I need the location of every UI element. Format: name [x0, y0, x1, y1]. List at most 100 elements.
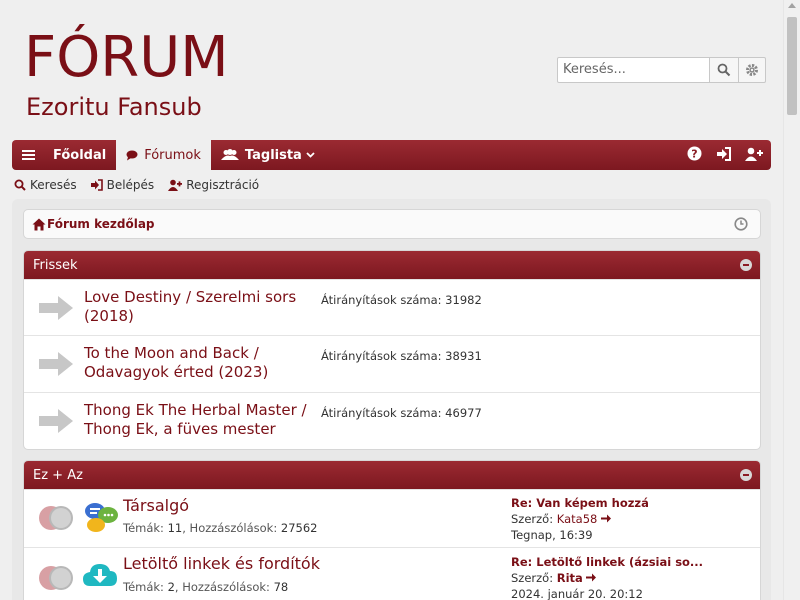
author-link[interactable]: Kata58 [557, 512, 598, 526]
forum-link[interactable]: Társalgó [123, 496, 189, 515]
users-icon [220, 149, 239, 161]
last-post-title-link[interactable]: Re: Letöltő linkek (ázsiai so... [511, 554, 703, 570]
login-link[interactable]: Belépés [90, 178, 155, 192]
main-content: Fórum kezdőlap Frissek Love Destiny / Sz… [12, 199, 771, 600]
search-input[interactable]: Keresés... [557, 57, 710, 83]
forum-stats: Témák: 2, Hozzászólások: 78 [123, 580, 289, 594]
read-forum-bubbles-icon [39, 566, 73, 590]
nav-forums-label: Fórumok [144, 147, 201, 163]
search-icon [14, 179, 26, 191]
forum-stats: Témák: 11, Hozzászólások: 27562 [123, 521, 318, 535]
forum-title-line2: Thong Ek, a füves mester [84, 420, 276, 438]
redirect-count: Átirányítások száma: 38931 [321, 349, 482, 363]
site-logo-title[interactable]: FÓRUM [24, 26, 229, 90]
author-label: Szerző: [511, 571, 554, 585]
collapse-icon[interactable] [740, 469, 752, 481]
forum-link[interactable]: Love Destiny / Szerelmi sors (2018) [84, 288, 296, 326]
search-button[interactable] [709, 57, 739, 83]
read-forum-bubbles-icon [39, 506, 73, 530]
forum-row: To the Moon and Back / Odavagyok érted (… [24, 335, 760, 392]
topics-label: Témák: [123, 580, 164, 594]
nav-members-label: Taglista [244, 147, 302, 163]
login-icon[interactable] [716, 146, 731, 164]
scrollbar-thumb[interactable] [787, 17, 797, 115]
forum-row: Letöltő linkek és fordítók Témák: 2, Hoz… [24, 547, 760, 600]
last-post-author: Szerző: Rita [511, 570, 703, 586]
category-title[interactable]: Ez + Az [33, 468, 83, 483]
forum-link[interactable]: Thong Ek The Herbal Master / Thong Ek, a… [84, 401, 307, 439]
forum-row: Love Destiny / Szerelmi sors (2018) Átir… [24, 279, 760, 335]
forum-title-line2: (2018) [84, 307, 134, 325]
redirect-arrow-icon [39, 296, 73, 320]
search-icon [717, 63, 731, 77]
page-scrollbar[interactable] [783, 0, 800, 600]
search-link[interactable]: Keresés [14, 178, 77, 192]
forum-title-line1: To the Moon and Back / [84, 344, 259, 362]
nav-forums[interactable]: Fórumok [116, 140, 211, 170]
category-ez-az: Ez + Az Társalgó Témák: 11, Hozzászóláso… [23, 460, 761, 600]
posts-count: 78 [273, 580, 289, 594]
cloud-download-icon [83, 564, 117, 586]
home-icon [32, 218, 46, 230]
arrow-right-icon[interactable] [586, 573, 597, 582]
chat-bubbles-icon [85, 503, 118, 532]
last-post-time: 2024. január 20. 20:12 [511, 587, 643, 600]
category-header: Ez + Az [24, 461, 760, 489]
redirect-arrow-icon [39, 352, 73, 376]
forum-link[interactable]: Letöltő linkek és fordítók [123, 554, 320, 573]
forum-title-line2: Odavagyok érted (2023) [84, 363, 269, 381]
last-post: Re: Letöltő linkek (ázsiai so... Szerző:… [511, 554, 703, 600]
last-post: Re: Van képem hozzá Szerző: Kata58 Tegna… [511, 495, 649, 543]
redirect-count: Átirányítások száma: 31982 [321, 293, 482, 307]
navbar-right-icons: ? [687, 146, 771, 164]
menu-toggle-button[interactable] [12, 140, 43, 170]
login-link-label: Belépés [106, 178, 155, 192]
arrow-right-icon[interactable] [600, 514, 611, 523]
register-link[interactable]: Regisztráció [168, 178, 259, 192]
speech-bubble-icon [126, 150, 138, 161]
last-post-author: Szerző: Kata58 [511, 511, 649, 527]
nav-home-label: Főoldal [53, 147, 107, 163]
nav-members[interactable]: Taglista [211, 140, 325, 170]
forum-row: Társalgó Témák: 11, Hozzászólások: 27562… [24, 489, 760, 547]
advanced-search-button[interactable] [738, 57, 766, 83]
topics-label: Témák: [123, 521, 164, 535]
gear-icon [746, 64, 758, 76]
posts-count: 27562 [280, 521, 318, 535]
forum-row: Thong Ek The Herbal Master / Thong Ek, a… [24, 392, 760, 449]
forum-link[interactable]: To the Moon and Back / Odavagyok érted (… [84, 344, 268, 382]
help-icon[interactable]: ? [687, 146, 702, 164]
login-icon [90, 179, 103, 191]
nav-home[interactable]: Főoldal [43, 140, 116, 170]
forum-title-line1: Love Destiny / Szerelmi sors [84, 288, 297, 306]
topics-count: 11 [167, 521, 183, 535]
register-icon[interactable] [745, 147, 763, 164]
breadcrumb-home-link[interactable]: Fórum kezdőlap [47, 217, 155, 231]
user-plus-icon [168, 179, 183, 191]
main-navbar: Főoldal Fórumok Taglista ? [12, 140, 771, 170]
author-label: Szerző: [511, 512, 554, 526]
posts-label: Hozzászólások: [182, 580, 270, 594]
forum-title-line1: Thong Ek The Herbal Master / [84, 401, 307, 419]
register-link-label: Regisztráció [186, 178, 260, 192]
author-link[interactable]: Rita [557, 571, 583, 585]
chevron-down-icon [306, 152, 315, 158]
posts-label: Hozzászólások: [189, 521, 278, 535]
scroll-up-arrow-icon[interactable] [788, 3, 796, 8]
hamburger-icon [22, 150, 35, 160]
redirect-arrow-icon [39, 409, 73, 433]
category-title[interactable]: Frissek [33, 258, 78, 273]
topics-count: 2 [167, 580, 175, 594]
svg-text:?: ? [691, 148, 697, 161]
last-post-title-link[interactable]: Re: Van képem hozzá [511, 495, 649, 511]
breadcrumb: Fórum kezdőlap [23, 209, 761, 239]
redirect-count: Átirányítások száma: 46977 [321, 406, 482, 420]
collapse-icon[interactable] [740, 259, 752, 271]
category-frissek: Frissek Love Destiny / Szerelmi sors (20… [23, 250, 761, 450]
last-post-time: Tegnap, 16:39 [511, 528, 593, 542]
category-header: Frissek [24, 251, 760, 279]
quick-links: Keresés Belépés Regisztráció [14, 178, 259, 192]
clock-icon[interactable] [734, 217, 748, 234]
site-logo-subtitle: Ezoritu Fansub [26, 93, 202, 121]
search-link-label: Keresés [30, 178, 77, 192]
